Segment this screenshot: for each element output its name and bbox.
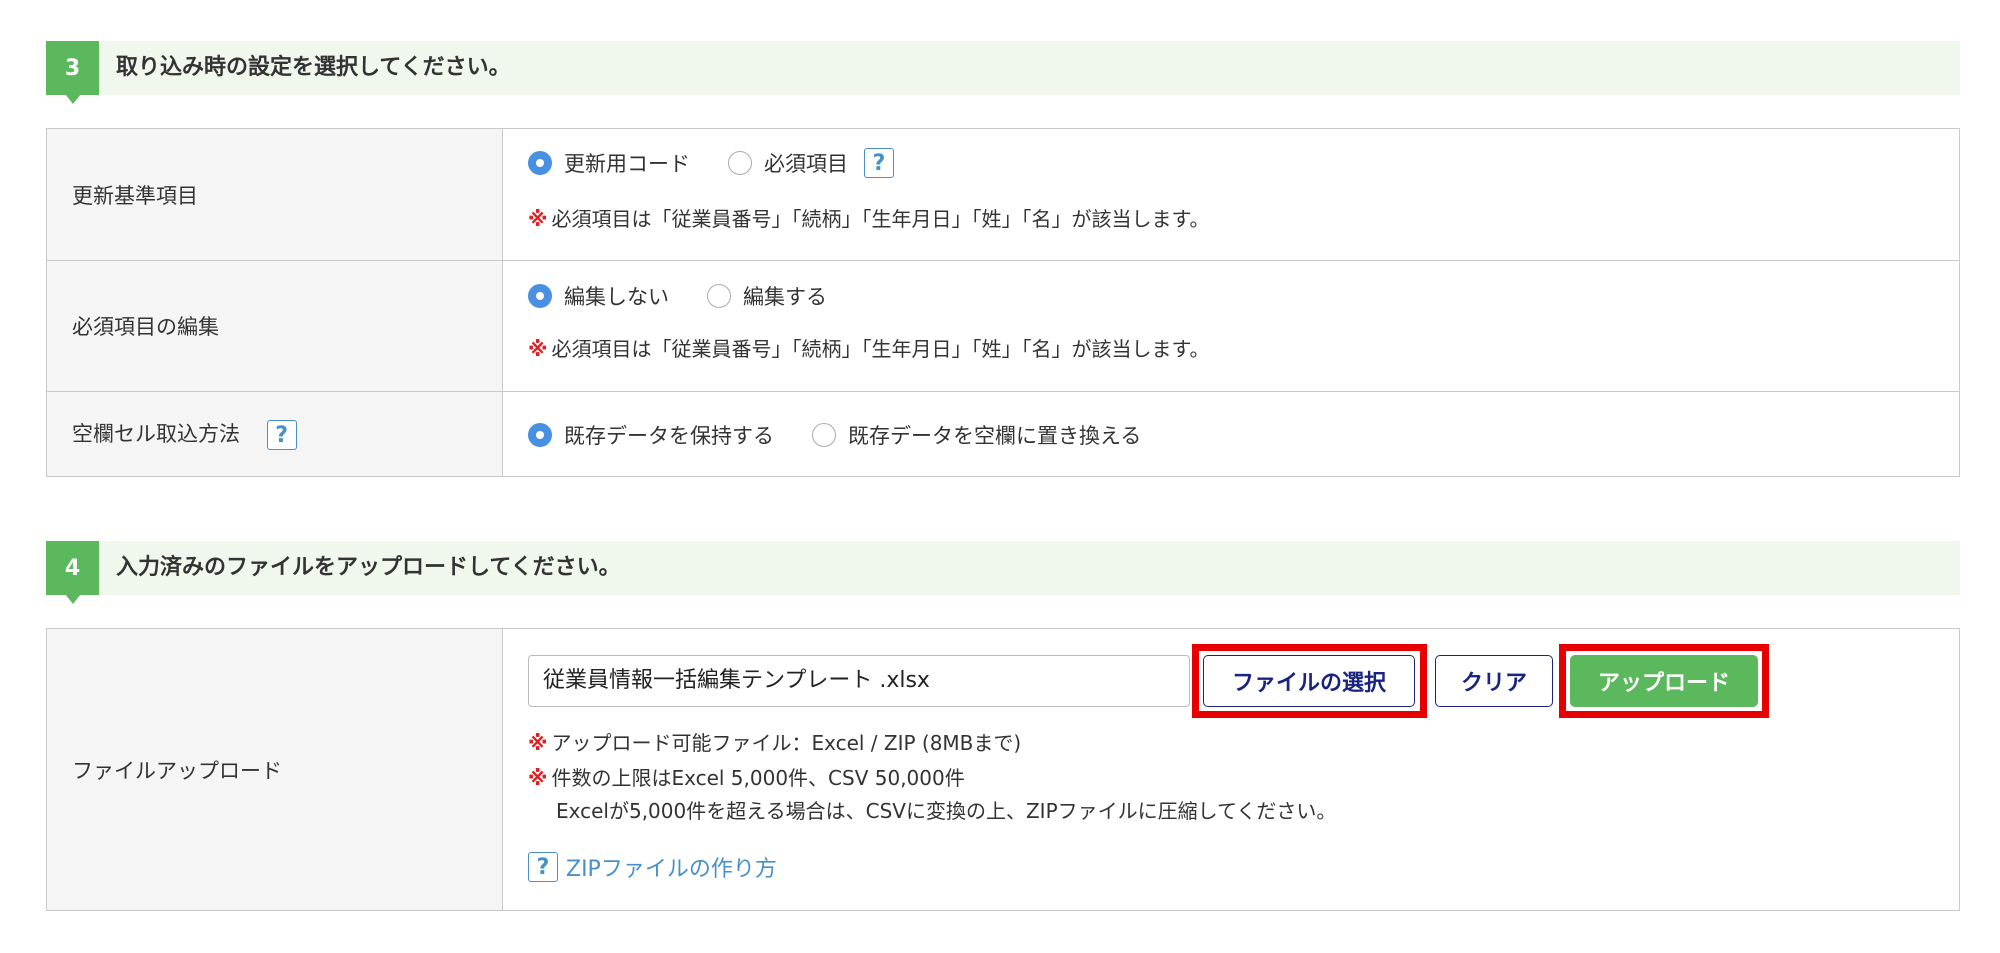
radio-required-items[interactable]: 必須項目 xyxy=(728,148,848,178)
radio-edit[interactable]: 編集する xyxy=(707,281,827,311)
help-icon[interactable]: ? xyxy=(266,420,297,450)
note-mark-icon: ※ xyxy=(528,207,548,231)
upload-note-filetypes: ※ アップロード可能ファイル：Excel / ZIP (8MBまで) xyxy=(528,727,1021,756)
file-name-field[interactable]: 従業員情報一括編集テンプレート .xlsx xyxy=(528,655,1190,707)
settings-row-update-key: 更新基準項目 更新用コード 必須項目 ? ※ 必須項目は「従業員番号」「続柄」「生… xyxy=(46,128,1960,261)
file-upload-value: 従業員情報一括編集テンプレート .xlsx ファイルの選択 クリア アップロード… xyxy=(502,628,1960,911)
upload-highlight xyxy=(1559,644,1769,718)
section-4-header: 4 入力済みのファイルをアップロードしてください。 xyxy=(46,541,1960,604)
update-key-radios: 更新用コード 必須項目 ? xyxy=(528,148,894,178)
radio-keep-existing[interactable]: 既存データを保持する xyxy=(528,420,774,450)
edit-required-radios: 編集しない 編集する xyxy=(528,281,865,311)
note-text: アップロード可能ファイル：Excel / ZIP (8MBまで) xyxy=(551,731,1022,755)
settings-row-edit-required: 必須項目の編集 編集しない 編集する ※ 必須項目は「従業員番号」「続柄」「生年月… xyxy=(46,260,1960,392)
blank-cells-label: 空欄セル取込方法 ? xyxy=(46,391,503,477)
blank-cells-label-text: 空欄セル取込方法 xyxy=(72,422,240,446)
edit-required-label: 必須項目の編集 xyxy=(46,260,503,392)
radio-label: 既存データを保持する xyxy=(564,424,774,448)
section-3-number: 3 xyxy=(46,41,99,104)
zip-howto-link-text[interactable]: ZIPファイルの作り方 xyxy=(566,851,777,883)
section-4-title: 入力済みのファイルをアップロードしてください。 xyxy=(116,555,621,580)
radio-label: 更新用コード xyxy=(564,152,690,176)
note-text: 必須項目は「従業員番号」「続柄」「生年月日」「姓」「名」が該当します。 xyxy=(551,337,1210,361)
note-text: 件数の上限はExcel 5,000件、CSV 50,000件 xyxy=(551,766,965,790)
note-mark-icon: ※ xyxy=(528,731,548,755)
radio-label: 既存データを空欄に置き換える xyxy=(848,424,1142,448)
zip-help-link[interactable]: ? ZIPファイルの作り方 xyxy=(528,851,777,883)
section-3-header: 3 取り込み時の設定を選択してください。 xyxy=(46,41,1960,104)
blank-cells-radios: 既存データを保持する 既存データを空欄に置き換える xyxy=(528,420,1179,450)
note-text: 必須項目は「従業員番号」「続柄」「生年月日」「姓」「名」が該当します。 xyxy=(551,207,1210,231)
choose-file-highlight xyxy=(1192,644,1427,718)
settings-row-blank-cells: 空欄セル取込方法 ? 既存データを保持する 既存データを空欄に置き換える xyxy=(46,391,1960,477)
note-mark-icon: ※ xyxy=(528,766,548,790)
radio-no-edit[interactable]: 編集しない xyxy=(528,281,669,311)
file-upload-table: ファイルアップロード 従業員情報一括編集テンプレート .xlsx ファイルの選択… xyxy=(46,628,1960,911)
radio-update-code[interactable]: 更新用コード xyxy=(528,148,690,178)
edit-required-value: 編集しない 編集する ※ 必須項目は「従業員番号」「続柄」「生年月日」「姓」「名」… xyxy=(502,260,1960,392)
note-mark-icon: ※ xyxy=(528,337,548,361)
required-items-note: ※ 必須項目は「従業員番号」「続柄」「生年月日」「姓」「名」が該当します。 xyxy=(528,203,1209,232)
upload-note-limit: ※ 件数の上限はExcel 5,000件、CSV 50,000件 xyxy=(528,762,965,791)
radio-dot[interactable] xyxy=(707,284,731,308)
radio-label: 編集しない xyxy=(564,285,669,309)
upload-note-continuation: Excelが5,000件を超える場合は、CSVに変換の上、ZIPファイルに圧縮し… xyxy=(556,799,1337,823)
clear-button[interactable]: クリア xyxy=(1435,655,1553,707)
radio-dot-selected[interactable] xyxy=(528,423,552,447)
update-key-label: 更新基準項目 xyxy=(46,128,503,261)
help-icon[interactable]: ? xyxy=(864,148,894,178)
radio-dot[interactable] xyxy=(728,151,752,175)
required-items-note: ※ 必須項目は「従業員番号」「続柄」「生年月日」「姓」「名」が該当します。 xyxy=(528,333,1209,362)
file-upload-row: ファイルアップロード 従業員情報一括編集テンプレート .xlsx ファイルの選択… xyxy=(46,628,1960,911)
radio-label: 必須項目 xyxy=(764,152,848,176)
radio-dot-selected[interactable] xyxy=(528,284,552,308)
section-3-title: 取り込み時の設定を選択してください。 xyxy=(116,55,511,80)
radio-replace-blank[interactable]: 既存データを空欄に置き換える xyxy=(812,420,1141,450)
file-upload-label: ファイルアップロード xyxy=(46,628,503,911)
import-settings-table: 更新基準項目 更新用コード 必須項目 ? ※ 必須項目は「従業員番号」「続柄」「生… xyxy=(46,128,1960,477)
radio-label: 編集する xyxy=(743,285,827,309)
radio-dot[interactable] xyxy=(812,423,836,447)
update-key-value: 更新用コード 必須項目 ? ※ 必須項目は「従業員番号」「続柄」「生年月日」「姓」… xyxy=(502,128,1960,261)
help-icon[interactable]: ? xyxy=(528,852,558,882)
blank-cells-value: 既存データを保持する 既存データを空欄に置き換える xyxy=(502,391,1960,477)
section-4-number: 4 xyxy=(46,541,99,604)
radio-dot-selected[interactable] xyxy=(528,151,552,175)
